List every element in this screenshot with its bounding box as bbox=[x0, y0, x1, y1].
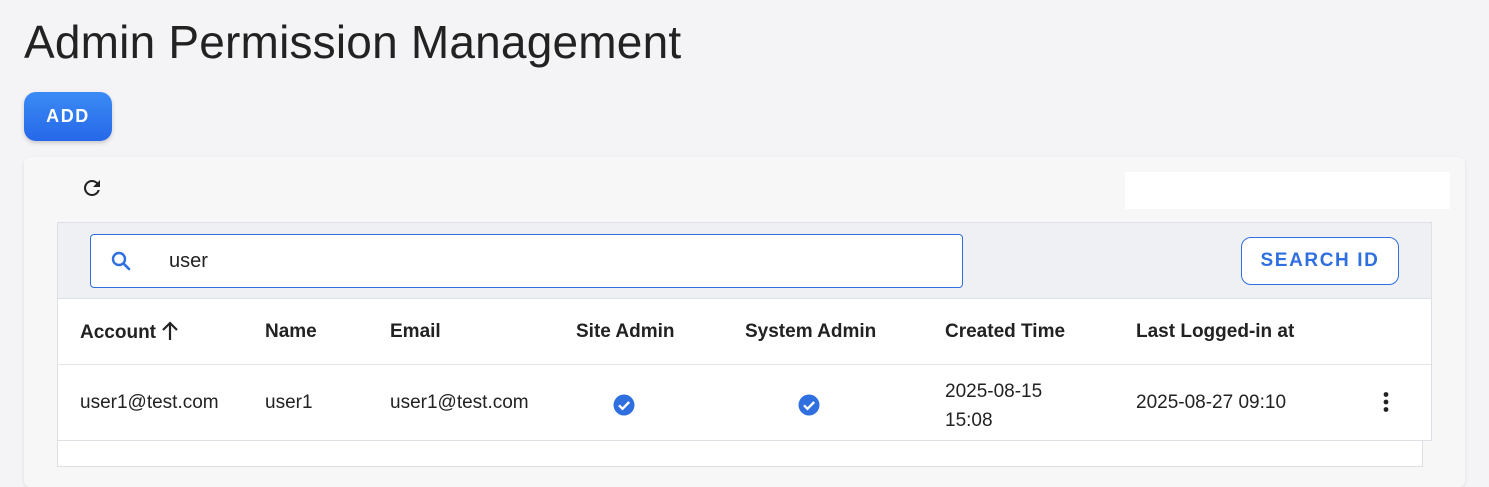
column-header-created-time[interactable]: Created Time bbox=[945, 321, 1065, 343]
more-vertical-icon[interactable] bbox=[1373, 389, 1399, 415]
cell-name: user1 bbox=[265, 392, 313, 413]
toolbar-placeholder bbox=[1125, 172, 1450, 209]
page-title: Admin Permission Management bbox=[24, 16, 682, 68]
cell-last-logged-in: 2025-08-27 09:10 bbox=[1136, 392, 1287, 413]
cell-created-time: 2025-08-15 15:08 bbox=[945, 377, 1065, 435]
cell-email: user1@test.com bbox=[390, 392, 529, 413]
site-admin-check-icon bbox=[613, 394, 635, 416]
arrow-up-icon bbox=[161, 321, 179, 347]
table-footer bbox=[57, 441, 1423, 467]
column-header-name[interactable]: Name bbox=[265, 321, 317, 343]
system-admin-check-icon bbox=[798, 394, 820, 416]
column-header-system-admin[interactable]: System Admin bbox=[745, 321, 876, 343]
search-icon bbox=[109, 249, 133, 273]
column-header-label: Account bbox=[80, 322, 156, 343]
created-date: 2025-08-15 bbox=[945, 381, 1043, 402]
admin-table: Account Name Email Site Admin System Adm… bbox=[57, 298, 1432, 441]
column-header-last-logged-in[interactable]: Last Logged-in at bbox=[1136, 321, 1294, 343]
column-header-email[interactable]: Email bbox=[390, 321, 441, 343]
add-button[interactable]: ADD bbox=[24, 92, 112, 141]
search-input[interactable] bbox=[169, 247, 929, 275]
created-clock: 15:08 bbox=[945, 410, 993, 431]
cell-account: user1@test.com bbox=[80, 392, 219, 413]
column-header-account[interactable]: Account bbox=[80, 321, 179, 347]
search-id-button[interactable]: SEARCH ID bbox=[1241, 237, 1399, 285]
search-field[interactable] bbox=[90, 234, 963, 288]
refresh-icon[interactable] bbox=[80, 176, 104, 200]
column-header-site-admin[interactable]: Site Admin bbox=[576, 321, 675, 343]
